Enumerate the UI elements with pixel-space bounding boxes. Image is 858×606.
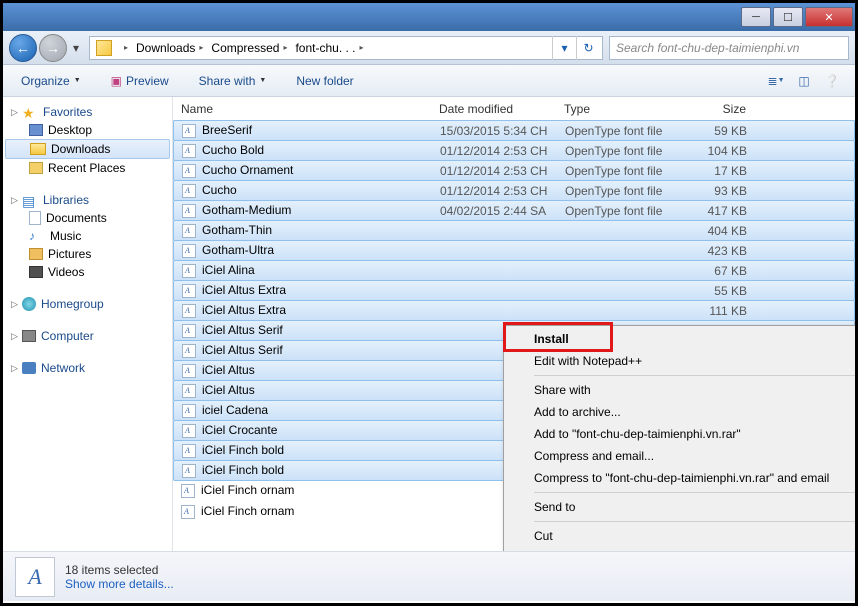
history-dropdown[interactable]: ▾ [69, 38, 83, 58]
explorer-window: ─ ☐ ✕ ← → ▾ ▸ Downloads▸ Compressed▸ fon… [0, 0, 858, 606]
address-bar: ← → ▾ ▸ Downloads▸ Compressed▸ font-chu.… [3, 31, 855, 65]
font-file-icon [182, 264, 196, 278]
status-selection: 18 items selected [65, 563, 174, 577]
status-details-link[interactable]: Show more details... [65, 577, 174, 591]
nav-network[interactable]: ▷Network [5, 359, 170, 377]
nav-favorites[interactable]: ▷★Favorites [5, 103, 170, 121]
menu-sendto[interactable]: Send to▶ [506, 496, 855, 518]
menu-cut[interactable]: Cut [506, 525, 855, 547]
breadcrumb-downloads[interactable]: Downloads▸ [132, 37, 207, 59]
view-menu[interactable]: ≣▼ [763, 70, 789, 92]
nav-videos[interactable]: Videos [5, 263, 170, 281]
file-row[interactable]: Cucho01/12/2014 2:53 CHOpenType font fil… [173, 180, 855, 201]
preview-pane-button[interactable]: ◫ [791, 70, 817, 92]
newfolder-button[interactable]: New folder [288, 68, 361, 94]
breadcrumb-arrow[interactable]: ▸ [116, 37, 132, 59]
font-file-icon [182, 304, 196, 318]
font-file-icon [181, 484, 195, 498]
organize-menu[interactable]: Organize▼ [13, 68, 89, 94]
font-file-icon [182, 404, 196, 418]
menu-add-to[interactable]: Add to "font-chu-dep-taimienphi.vn.rar" [506, 423, 855, 445]
dropdown-arrow[interactable]: ▾ [552, 36, 576, 60]
help-button[interactable]: ❔ [819, 70, 845, 92]
font-file-icon [182, 204, 196, 218]
maximize-button[interactable]: ☐ [773, 7, 803, 27]
context-menu: Install Edit with Notepad++ Share with▶ … [503, 325, 855, 551]
preview-button[interactable]: ▣Preview [103, 68, 177, 94]
file-row[interactable]: Gotham-Thin404 KB [173, 220, 855, 241]
col-size[interactable]: Size [674, 102, 754, 116]
font-file-icon [182, 144, 196, 158]
breadcrumb-fontchu[interactable]: font-chu. . .▸ [291, 37, 367, 59]
nav-documents[interactable]: Documents [5, 209, 170, 227]
file-pane: Name Date modified Type Size BreeSerif15… [173, 97, 855, 551]
folder-icon [96, 40, 112, 56]
toolbar: Organize▼ ▣Preview Share with▼ New folde… [3, 65, 855, 97]
menu-install[interactable]: Install [506, 328, 855, 350]
file-row[interactable]: Gotham-Ultra423 KB [173, 240, 855, 261]
file-row[interactable]: iCiel Altus Extra55 KB [173, 280, 855, 301]
nav-music[interactable]: ♪Music [5, 227, 170, 245]
file-row[interactable]: BreeSerif15/03/2015 5:34 CHOpenType font… [173, 120, 855, 141]
nav-pictures[interactable]: Pictures [5, 245, 170, 263]
search-input[interactable]: Search font-chu-dep-taimienphi.vn [609, 36, 849, 60]
font-file-icon [182, 164, 196, 178]
nav-downloads[interactable]: Downloads [5, 139, 170, 159]
menu-sharewith[interactable]: Share with▶ [506, 379, 855, 401]
refresh-button[interactable]: ↻ [576, 36, 600, 60]
nav-recent[interactable]: Recent Places [5, 159, 170, 177]
menu-edit-npp[interactable]: Edit with Notepad++ [506, 350, 855, 372]
menu-copy[interactable]: Copy [506, 547, 855, 551]
back-button[interactable]: ← [9, 34, 37, 62]
status-thumbnail: A [15, 557, 55, 597]
font-file-icon [182, 424, 196, 438]
font-file-icon [182, 224, 196, 238]
status-bar: A 18 items selected Show more details... [3, 551, 855, 601]
title-bar: ─ ☐ ✕ [3, 3, 855, 31]
font-file-icon [182, 384, 196, 398]
nav-libraries[interactable]: ▷▤Libraries [5, 191, 170, 209]
col-name[interactable]: Name [173, 102, 431, 116]
file-row[interactable]: iCiel Altus Extra111 KB [173, 300, 855, 321]
col-date[interactable]: Date modified [431, 102, 556, 116]
font-file-icon [181, 505, 195, 519]
minimize-button[interactable]: ─ [741, 7, 771, 27]
file-row[interactable]: iCiel Alina67 KB [173, 260, 855, 281]
column-header[interactable]: Name Date modified Type Size [173, 97, 855, 121]
menu-add-archive[interactable]: Add to archive... [506, 401, 855, 423]
font-file-icon [182, 464, 196, 478]
file-row[interactable]: Cucho Bold01/12/2014 2:53 CHOpenType fon… [173, 140, 855, 161]
breadcrumb[interactable]: ▸ Downloads▸ Compressed▸ font-chu. . .▸ … [89, 36, 603, 60]
nav-desktop[interactable]: Desktop [5, 121, 170, 139]
font-file-icon [182, 364, 196, 378]
forward-button: → [39, 34, 67, 62]
font-file-icon [182, 124, 196, 138]
nav-computer[interactable]: ▷Computer [5, 327, 170, 345]
close-button[interactable]: ✕ [805, 7, 853, 27]
font-file-icon [182, 184, 196, 198]
sharewith-menu[interactable]: Share with▼ [191, 68, 275, 94]
file-row[interactable]: Cucho Ornament01/12/2014 2:53 CHOpenType… [173, 160, 855, 181]
breadcrumb-compressed[interactable]: Compressed▸ [207, 37, 291, 59]
col-type[interactable]: Type [556, 102, 674, 116]
menu-compress-to[interactable]: Compress to "font-chu-dep-taimienphi.vn.… [506, 467, 855, 489]
menu-compress-email[interactable]: Compress and email... [506, 445, 855, 467]
font-file-icon [182, 284, 196, 298]
font-file-icon [182, 444, 196, 458]
font-file-icon [182, 244, 196, 258]
font-file-icon [182, 344, 196, 358]
nav-homegroup[interactable]: ▷Homegroup [5, 295, 170, 313]
file-row[interactable]: Gotham-Medium04/02/2015 2:44 SAOpenType … [173, 200, 855, 221]
font-file-icon [182, 324, 196, 338]
navigation-pane: ▷★Favorites Desktop Downloads Recent Pla… [3, 97, 173, 551]
